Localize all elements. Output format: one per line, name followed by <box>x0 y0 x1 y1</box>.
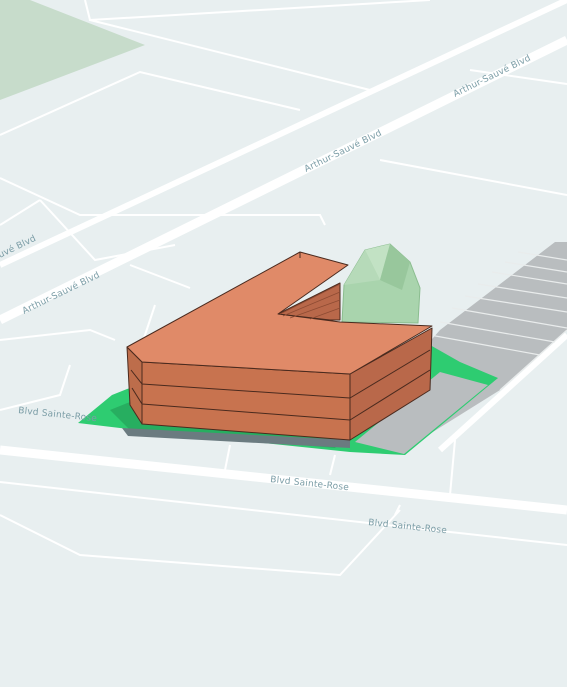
map-canvas[interactable]: Arthur-Sauvé Blvd Arthur-Sauvé Blvd Arth… <box>0 0 567 687</box>
